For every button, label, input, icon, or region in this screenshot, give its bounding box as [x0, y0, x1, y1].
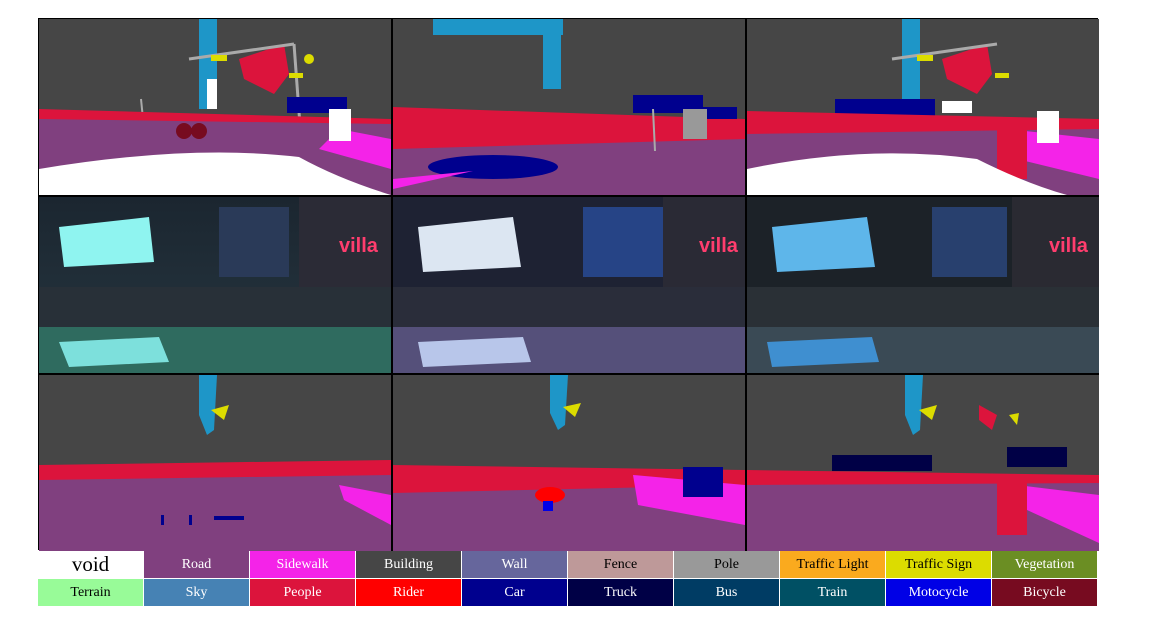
segmentation-bottom-2 — [393, 375, 745, 551]
villa-sign-2: villa — [699, 235, 739, 257]
photo-1: villa — [39, 197, 391, 373]
villa-sign-1: villa — [339, 235, 379, 257]
segmentation-top-2 — [393, 19, 745, 195]
legend-sidewalk: Sidewalk — [250, 551, 356, 578]
legend-fence: Fence — [568, 551, 674, 578]
segmentation-bottom-1 — [39, 375, 391, 551]
legend-train: Train — [780, 579, 886, 606]
legend-rider: Rider — [356, 579, 462, 606]
legend-motocycle: Motocycle — [886, 579, 992, 606]
class-legend: void Road Sidewalk Building Wall Fence P… — [38, 551, 1098, 606]
legend-car: Car — [462, 579, 568, 606]
legend-bus: Bus — [674, 579, 780, 606]
legend-truck: Truck — [568, 579, 674, 606]
photo-2: villa — [393, 197, 745, 373]
legend-bicycle: Bicycle — [992, 579, 1098, 606]
segmentation-top-1 — [39, 19, 391, 195]
legend-pole: Pole — [674, 551, 780, 578]
segmentation-bottom-3 — [747, 375, 1099, 551]
legend-terrain: Terrain — [38, 579, 144, 606]
legend-road: Road — [144, 551, 250, 578]
legend-traffic-light: Traffic Light — [780, 551, 886, 578]
legend-wall: Wall — [462, 551, 568, 578]
villa-sign-3: villa — [1049, 235, 1089, 257]
legend-row-1: void Road Sidewalk Building Wall Fence P… — [38, 551, 1098, 578]
legend-building: Building — [356, 551, 462, 578]
results-grid: villa villa villa — [38, 18, 1099, 551]
legend-people: People — [250, 579, 356, 606]
segmentation-top-3 — [747, 19, 1099, 195]
legend-row-2: Terrain Sky People Rider Car Truck Bus T… — [38, 579, 1098, 606]
photo-3: villa — [747, 197, 1099, 373]
legend-vegetation: Vegetation — [992, 551, 1098, 578]
legend-traffic-sign: Traffic Sign — [886, 551, 992, 578]
legend-void: void — [38, 551, 144, 578]
legend-sky: Sky — [144, 579, 250, 606]
